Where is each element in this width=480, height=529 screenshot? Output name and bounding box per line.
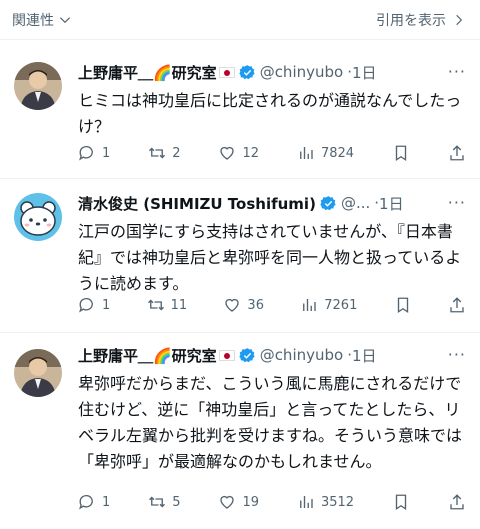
avatar[interactable] xyxy=(14,62,62,110)
more-options-icon[interactable]: ··· xyxy=(448,62,466,81)
repost-count: 2 xyxy=(172,145,181,161)
share-icon xyxy=(450,297,464,313)
share-icon xyxy=(450,145,464,161)
tweet-header: 清水俊史 (SHIMIZU Toshifumi) @... · 1日 ··· xyxy=(78,191,466,215)
reply-icon xyxy=(79,297,93,313)
tweet-header: 上野庸平＿🌈研究室 @chinyubo · 1日 ··· xyxy=(78,60,466,84)
views-count: 7824 xyxy=(320,145,355,161)
thread-sort-bar: 関連性 引用を表示 xyxy=(0,0,480,40)
sort-label: 関連性 xyxy=(12,13,54,29)
user-photo-icon xyxy=(14,62,62,110)
tweet-text: 江戸の国学にすら支持はされていませんが、『日本書紀』では神功皇后と卑弥呼を同一人… xyxy=(78,222,462,293)
views-count: 3512 xyxy=(320,494,355,510)
user-photo-icon xyxy=(14,349,62,397)
bookmark-icon xyxy=(395,494,407,511)
repost-icon xyxy=(149,496,166,508)
share-button[interactable] xyxy=(448,296,466,314)
tweet-actions: 1 5 19 3512 xyxy=(78,493,466,511)
heart-icon xyxy=(220,146,235,160)
like-button[interactable]: 12 xyxy=(218,144,259,162)
view-quotes-link[interactable]: 引用を表示 xyxy=(376,10,466,30)
display-name[interactable]: 上野庸平＿🌈研究室 xyxy=(78,62,217,83)
chevron-right-icon xyxy=(456,14,463,26)
handle[interactable]: @chinyubo xyxy=(260,346,344,364)
share-button[interactable] xyxy=(448,493,466,511)
views-button[interactable]: 3512 xyxy=(297,493,354,511)
views-button[interactable]: 7261 xyxy=(300,296,357,314)
reply-count: 1 xyxy=(102,297,111,313)
view-quotes-label: 引用を表示 xyxy=(376,13,446,29)
reply-icon xyxy=(79,494,93,510)
like-count: 19 xyxy=(242,494,260,510)
heart-icon xyxy=(220,495,235,509)
views-chart-icon xyxy=(303,299,316,311)
verified-badge-icon xyxy=(320,195,336,210)
tweet-actions: 1 11 36 7261 xyxy=(78,296,466,314)
japan-flag-icon xyxy=(218,66,235,78)
views-button[interactable]: 7824 xyxy=(297,144,354,162)
reply-tweet[interactable]: 上野庸平＿🌈研究室 @chinyubo · 1日 ··· 卑弥呼だからまだ、こう… xyxy=(0,333,480,529)
sort-dropdown[interactable]: 関連性 xyxy=(12,10,72,30)
repost-button[interactable]: 2 xyxy=(148,144,181,162)
display-name[interactable]: 上野庸平＿🌈研究室 xyxy=(78,345,217,366)
handle[interactable]: @... xyxy=(341,194,370,212)
views-chart-icon xyxy=(300,496,313,508)
reply-tweet[interactable]: 清水俊史 (SHIMIZU Toshifumi) @... · 1日 ··· 江… xyxy=(0,179,480,332)
timestamp[interactable]: 1日 xyxy=(352,62,377,83)
timestamp[interactable]: 1日 xyxy=(352,345,377,366)
reply-button[interactable]: 1 xyxy=(78,296,110,314)
handle[interactable]: @chinyubo xyxy=(260,63,344,81)
repost-count: 5 xyxy=(172,494,181,510)
like-button[interactable]: 36 xyxy=(223,296,264,314)
reply-icon xyxy=(79,145,93,161)
more-options-icon[interactable]: ··· xyxy=(448,345,466,364)
bookmark-icon xyxy=(397,297,408,314)
more-options-icon[interactable]: ··· xyxy=(448,193,466,212)
japan-flag-icon xyxy=(218,349,235,361)
bookmark-button[interactable] xyxy=(392,493,410,511)
share-icon xyxy=(450,494,464,510)
views-count: 7261 xyxy=(324,297,358,313)
bear-avatar-icon xyxy=(14,193,62,241)
like-count: 36 xyxy=(247,297,264,313)
repost-icon xyxy=(147,299,164,311)
like-button[interactable]: 19 xyxy=(218,493,259,511)
tweet-actions: 1 2 12 7824 xyxy=(78,144,466,162)
bookmark-button[interactable] xyxy=(392,144,410,162)
verified-badge-icon xyxy=(239,347,255,362)
avatar[interactable] xyxy=(14,349,62,397)
reply-tweet[interactable]: 上野庸平＿🌈研究室 @chinyubo · 1日 ··· ヒミコは神功皇后に比定… xyxy=(0,40,480,178)
reply-button[interactable]: 1 xyxy=(78,493,110,511)
repost-button[interactable]: 5 xyxy=(148,493,181,511)
repost-count: 11 xyxy=(170,297,188,313)
share-button[interactable] xyxy=(448,144,466,162)
reply-count: 1 xyxy=(102,494,111,510)
tweet-header: 上野庸平＿🌈研究室 @chinyubo · 1日 ··· xyxy=(78,343,466,367)
reply-count: 1 xyxy=(102,145,111,161)
avatar[interactable] xyxy=(14,193,62,241)
chevron-down-icon xyxy=(59,17,71,24)
tweet-text: ヒミコは神功皇后に比定されるのが通説なんでしたっけ？ xyxy=(78,91,462,136)
repost-button[interactable]: 11 xyxy=(147,296,188,314)
bookmark-icon xyxy=(395,145,407,162)
reply-button[interactable]: 1 xyxy=(78,144,110,162)
tweet-text: 卑弥呼だからまだ、こういう風に馬鹿にされるだけで住むけど、逆に「神功皇后」と言っ… xyxy=(78,374,463,471)
timestamp[interactable]: 1日 xyxy=(379,193,404,214)
bookmark-button[interactable] xyxy=(394,296,412,314)
like-count: 12 xyxy=(242,145,260,161)
repost-icon xyxy=(149,147,166,159)
verified-badge-icon xyxy=(239,64,255,79)
heart-icon xyxy=(225,298,240,312)
display-name[interactable]: 清水俊史 (SHIMIZU Toshifumi) xyxy=(78,193,316,214)
views-chart-icon xyxy=(300,147,313,159)
